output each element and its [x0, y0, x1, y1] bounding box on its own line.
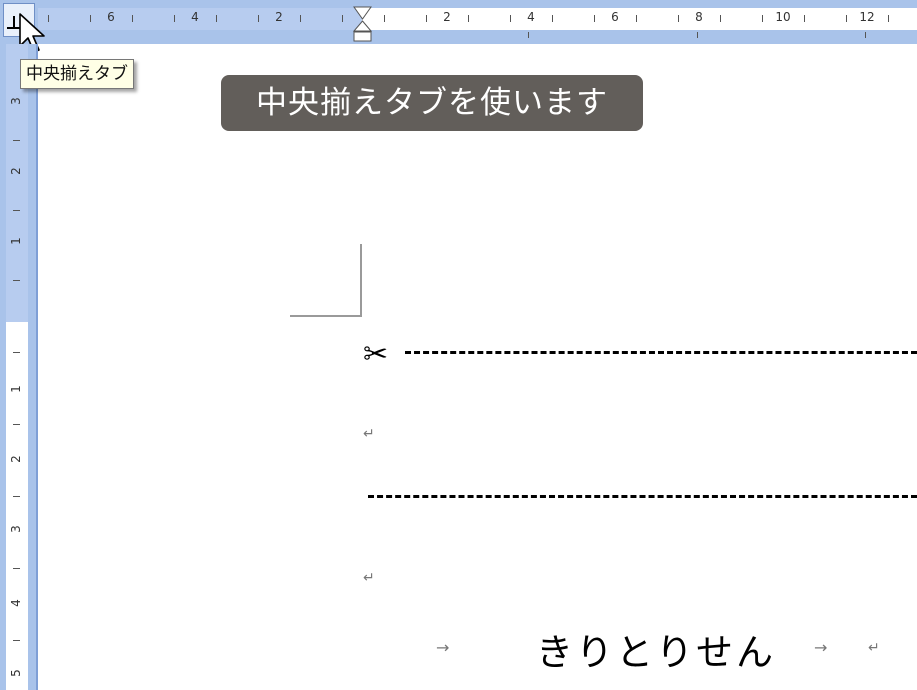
ruler-border — [36, 44, 38, 690]
ruler-number: 2 — [443, 10, 451, 24]
ruler-tick — [762, 15, 763, 22]
ruler-tick — [552, 15, 553, 22]
caption-banner: 中央揃えタブを使います — [221, 75, 643, 131]
ruler-number: 2 — [9, 167, 23, 175]
dashed-cut-line — [405, 351, 917, 354]
ruler-number: 4 — [9, 599, 23, 607]
ruler-tick — [846, 15, 847, 22]
ruler-tick — [216, 15, 217, 22]
scissors-icon: ✂ — [363, 337, 389, 372]
ruler-number: 4 — [527, 10, 535, 24]
default-tab-mark — [697, 32, 698, 38]
ruler-left-margin — [38, 8, 362, 30]
ruler-text-area — [6, 322, 28, 690]
indent-marker-icon[interactable] — [353, 5, 372, 43]
ruler-tick — [13, 568, 20, 569]
ruler-tick — [13, 280, 20, 281]
ruler-number: 5 — [9, 669, 23, 677]
ruler-tick — [804, 15, 805, 22]
horizontal-ruler[interactable]: 6 4 2 2 4 6 8 10 12 — [0, 0, 917, 44]
ruler-tick — [300, 15, 301, 22]
ruler-tick — [384, 15, 385, 22]
ruler-tick — [888, 15, 889, 22]
ruler-tick — [258, 15, 259, 22]
ruler-tick — [13, 140, 20, 141]
ruler-tick — [636, 15, 637, 22]
ruler-tick — [13, 352, 20, 353]
ruler-number: 1 — [9, 237, 23, 245]
ruler-tick — [132, 15, 133, 22]
ruler-tick — [90, 15, 91, 22]
ruler-number: 3 — [9, 97, 23, 105]
ruler-number: 6 — [107, 10, 115, 24]
ruler-tick — [594, 15, 595, 22]
paragraph-mark-icon: ↵ — [868, 640, 880, 656]
tab-arrow-icon: → — [436, 638, 450, 657]
vertical-ruler[interactable]: 3 2 1 1 2 3 4 5 — [0, 44, 38, 690]
ruler-tick — [48, 15, 49, 22]
cut-line-text[interactable]: きりとりせん — [536, 622, 776, 676]
default-tab-mark — [528, 32, 529, 38]
ruler-number: 3 — [9, 525, 23, 533]
ruler-number: 4 — [191, 10, 199, 24]
ruler-number: 10 — [775, 10, 791, 24]
tooltip: 中央揃えタブ — [20, 59, 134, 89]
ruler-number: 2 — [275, 10, 283, 24]
ruler-tick — [174, 15, 175, 22]
ruler-tick — [13, 424, 20, 425]
ruler-tick — [426, 15, 427, 22]
ruler-number: 12 — [859, 10, 875, 24]
crop-mark-vertical — [360, 244, 362, 317]
default-tab-mark — [865, 32, 866, 38]
ruler-number: 8 — [695, 10, 703, 24]
ruler-number: 1 — [9, 385, 23, 393]
ruler-tick — [13, 640, 20, 641]
ruler-tick — [342, 15, 343, 22]
tab-arrow-icon: → — [814, 638, 828, 657]
ruler-number: 2 — [9, 455, 23, 463]
crop-mark-horizontal — [290, 315, 362, 317]
ruler-number: 6 — [611, 10, 619, 24]
ruler-tick — [468, 15, 469, 22]
paragraph-mark-icon: ↵ — [363, 426, 375, 442]
ruler-tick — [13, 210, 20, 211]
ruler-tick — [13, 496, 20, 497]
ruler-tick — [720, 15, 721, 22]
ruler-tick — [678, 15, 679, 22]
paragraph-mark-icon: ↵ — [363, 570, 375, 586]
dashed-cut-line — [368, 495, 917, 498]
ruler-tick — [510, 15, 511, 22]
